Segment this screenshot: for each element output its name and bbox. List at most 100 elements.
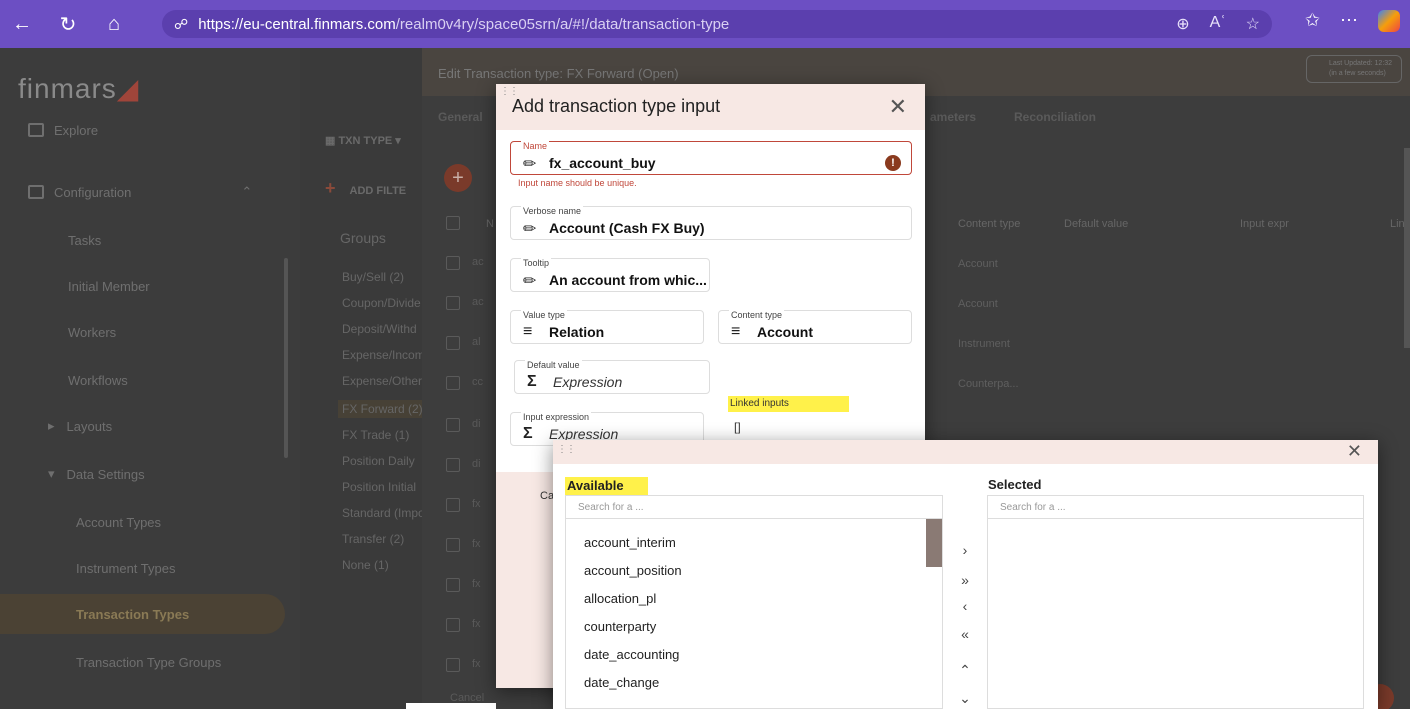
close-icon[interactable]: ✕	[889, 94, 907, 120]
default-value-field[interactable]: Default value Σ Expression	[514, 360, 710, 394]
available-title: Available	[565, 477, 648, 496]
content-type-value: Account	[757, 324, 813, 340]
row-name: di	[472, 458, 481, 470]
verbose-name-label: Verbose name	[521, 206, 584, 216]
row-checkbox[interactable]	[446, 578, 460, 592]
verbose-name-value: Account (Cash FX Buy)	[549, 220, 705, 236]
favorites-bar-icon[interactable]: ✩	[1305, 10, 1320, 32]
browser-toolbar: ← ↻ ⌂ ☍ https://eu-central.finmars.com/r…	[0, 0, 1410, 48]
row-checkbox[interactable]	[446, 376, 460, 390]
name-field[interactable]: Name ✏ fx_account_buy !	[510, 141, 912, 175]
sidebar-item-workers[interactable]: Workers	[0, 312, 300, 352]
row-checkbox[interactable]	[446, 538, 460, 552]
sidebar-scrollbar[interactable]	[284, 258, 288, 458]
sidebar-item-configuration[interactable]: Configuration ⌃	[0, 172, 300, 212]
txn-type-button[interactable]: ▦ TXN TYPE ▾	[325, 134, 401, 147]
list-item[interactable]: account_interim	[584, 535, 676, 550]
favorite-star-icon[interactable]: ☆	[1246, 14, 1260, 34]
group-item[interactable]: Expense/Incom	[342, 348, 425, 362]
row-checkbox[interactable]	[446, 418, 460, 432]
list-item[interactable]: counterparty	[584, 619, 656, 634]
sidebar-item-account-types[interactable]: Account Types	[0, 502, 300, 542]
row-name: ac	[472, 296, 484, 308]
row-checkbox[interactable]	[446, 658, 460, 672]
cancel-button[interactable]: Ca	[540, 490, 554, 502]
pencil-icon: ✏	[523, 156, 537, 173]
list-item[interactable]: allocation_pl	[584, 591, 656, 606]
group-item[interactable]: Buy/Sell (2)	[342, 270, 404, 284]
back-icon[interactable]: ←	[8, 10, 36, 38]
list-item[interactable]: date_accounting	[584, 647, 679, 662]
group-item[interactable]: Expense/Other	[342, 374, 422, 388]
selected-search-input[interactable]: Search for a ...	[987, 495, 1364, 519]
tab-general[interactable]: General	[438, 110, 483, 124]
row-name: cc	[472, 376, 483, 388]
sidebar-item-transaction-types[interactable]: Transaction Types	[0, 594, 285, 634]
available-list-scrollbar[interactable]	[926, 519, 942, 567]
group-item[interactable]: Standard (Impo	[342, 506, 425, 520]
available-list: account_interim account_position allocat…	[565, 519, 943, 709]
move-all-left-icon[interactable]: «	[957, 626, 973, 642]
more-menu-icon[interactable]: ⋯	[1340, 10, 1358, 32]
group-item[interactable]: Transfer (2)	[342, 532, 404, 546]
add-input-button[interactable]: +	[444, 164, 472, 192]
sidebar-item-workflows[interactable]: Workflows	[0, 360, 300, 400]
row-content-type: Account	[958, 298, 998, 310]
row-checkbox[interactable]	[446, 296, 460, 310]
select-all-checkbox[interactable]	[446, 216, 460, 230]
finmars-logo: finmars◢	[18, 73, 140, 104]
verbose-name-field[interactable]: Verbose name ✏ Account (Cash FX Buy)	[510, 206, 912, 240]
tab-reconciliation[interactable]: Reconciliation	[1014, 110, 1096, 124]
home-icon[interactable]: ⌂	[100, 10, 128, 38]
read-aloud-icon[interactable]: Aʿ	[1210, 14, 1226, 34]
row-checkbox[interactable]	[446, 498, 460, 512]
move-all-right-icon[interactable]: »	[957, 572, 973, 588]
row-content-type: Counterpa...	[958, 378, 1019, 390]
tab-parameters[interactable]: ameters	[930, 110, 976, 124]
list-item[interactable]: date_change	[584, 675, 659, 690]
content-type-select[interactable]: Content type ≡ Account	[718, 310, 912, 344]
caret-down-icon: ▾	[48, 466, 55, 481]
picker-header: ⋮⋮ ✕	[553, 440, 1378, 464]
copilot-icon[interactable]	[1378, 10, 1400, 32]
group-item[interactable]: Position Daily	[342, 454, 415, 468]
group-item[interactable]: Deposit/Withd	[342, 322, 417, 336]
address-bar[interactable]: ☍ https://eu-central.finmars.com/realm0v…	[162, 10, 1272, 38]
list-item[interactable]: account_position	[584, 563, 682, 578]
group-item[interactable]: None (1)	[342, 558, 389, 572]
refresh-icon[interactable]: ↻	[54, 10, 82, 38]
move-left-icon[interactable]: ‹	[957, 598, 973, 614]
zoom-icon[interactable]: ⊕	[1176, 14, 1189, 34]
sidebar-item-data-settings[interactable]: ▾ Data Settings	[0, 454, 300, 494]
row-checkbox[interactable]	[446, 618, 460, 632]
value-type-select[interactable]: Value type ≡ Relation	[510, 310, 704, 344]
settings-icon	[28, 185, 44, 199]
row-name: fx	[472, 578, 481, 590]
group-item[interactable]: Coupon/Divide	[342, 296, 421, 310]
close-icon[interactable]: ✕	[1347, 441, 1362, 462]
last-updated-badge: Last Updated: 12:32 (in a few seconds)	[1306, 55, 1402, 83]
add-filter-button[interactable]: + ADD FILTE	[325, 178, 406, 199]
group-item[interactable]: FX Trade (1)	[342, 428, 409, 442]
move-down-icon[interactable]: ⌄	[957, 690, 973, 707]
row-checkbox[interactable]	[446, 458, 460, 472]
tooltip-field[interactable]: Tooltip ✏ An account from whic...	[510, 258, 710, 292]
sidebar-item-instrument-types[interactable]: Instrument Types	[0, 548, 300, 588]
row-checkbox[interactable]	[446, 336, 460, 350]
available-search-input[interactable]: Search for a ...	[565, 495, 943, 519]
sidebar-item-initial-member[interactable]: Initial Member	[0, 266, 300, 306]
group-item[interactable]: FX Forward (2)	[338, 400, 427, 418]
linked-inputs-value[interactable]: []	[734, 420, 741, 434]
drag-handle-icon[interactable]: ⋮⋮	[557, 444, 576, 455]
move-up-icon[interactable]: ⌃	[957, 662, 973, 679]
list-icon: ≡	[731, 323, 741, 340]
sidebar-item-explore[interactable]: Explore	[0, 110, 300, 150]
sidebar-item-transaction-type-groups[interactable]: Transaction Type Groups	[0, 642, 300, 682]
table-scrollbar[interactable]	[1404, 148, 1410, 348]
sidebar-item-layouts[interactable]: ▸ Layouts	[0, 406, 300, 446]
sidebar-item-tasks[interactable]: Tasks	[0, 220, 300, 260]
row-name: fx	[472, 618, 481, 630]
row-checkbox[interactable]	[446, 256, 460, 270]
group-item[interactable]: Position Initial	[342, 480, 416, 494]
move-right-icon[interactable]: ›	[957, 542, 973, 558]
